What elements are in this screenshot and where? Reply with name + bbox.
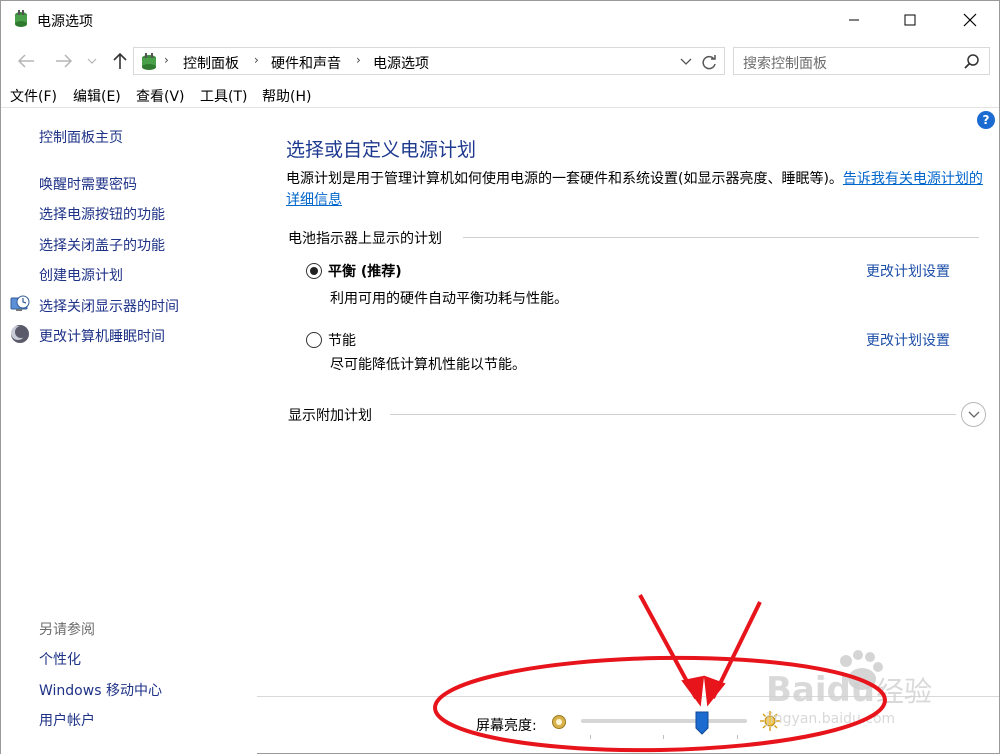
sidebar-item-display-off-time[interactable]: 选择关闭显示器的时间	[39, 296, 179, 316]
see-also-user-accounts[interactable]: 用户帐户	[39, 710, 95, 730]
back-button[interactable]	[15, 51, 37, 71]
menu-edit[interactable]: 编辑(E)	[73, 86, 121, 106]
menu-bar: 文件(F) 编辑(E) 查看(V) 工具(T) 帮助(H)	[1, 84, 999, 108]
breadcrumb-separator[interactable]: ›	[356, 53, 361, 67]
sidebar-item-control-panel-home[interactable]: 控制面板主页	[39, 127, 123, 147]
left-navigation-pane: 控制面板主页 唤醒时需要密码 选择电源按钮的功能 选择关闭盖子的功能 创建电源计…	[1, 108, 257, 754]
breadcrumb-control-panel[interactable]: 控制面板	[183, 53, 239, 73]
help-icon[interactable]: ?	[977, 111, 995, 129]
section-divider	[463, 237, 979, 238]
sidebar-item-power-button[interactable]: 选择电源按钮的功能	[39, 204, 165, 224]
breadcrumb-power-options[interactable]: 电源选项	[373, 53, 429, 73]
power-options-window: 电源选项 › 控制面板 › 硬件和声音 › 电源选项 搜索控制面板 文件(F) …	[0, 0, 1000, 754]
title-bar: 电源选项	[1, 1, 999, 39]
chevron-down-icon	[87, 58, 97, 64]
slider-tick	[590, 735, 591, 739]
menu-view[interactable]: 查看(V)	[136, 86, 185, 106]
up-button[interactable]	[109, 51, 131, 71]
plan-power-saver-radio[interactable]	[306, 332, 322, 348]
page-title: 选择或自定义电源计划	[286, 139, 477, 161]
svg-text:Baidu: Baidu	[766, 670, 875, 710]
forward-button[interactable]	[53, 51, 75, 71]
plan-balanced-description: 利用可用的硬件自动平衡功耗与性能。	[330, 291, 568, 307]
sidebar-item-sleep-time[interactable]: 更改计算机睡眠时间	[39, 326, 165, 346]
control-panel-icon	[142, 53, 156, 70]
monitor-clock-icon	[10, 295, 30, 311]
plan-power-saver-description: 尽可能降低计算机性能以节能。	[330, 357, 526, 373]
battery-plans-heading: 电池指示器上显示的计划	[288, 228, 450, 248]
description-text: 电源计划是用于管理计算机如何使用电源的一套硬件和系统设置(如显示器亮度、睡眠等)…	[286, 171, 843, 187]
menu-tools[interactable]: 工具(T)	[200, 86, 247, 106]
refresh-icon[interactable]	[698, 51, 720, 73]
brightness-low-icon	[552, 715, 566, 729]
close-button[interactable]	[947, 1, 993, 39]
see-also-mobility-center[interactable]: Windows 移动中心	[39, 680, 162, 700]
moon-icon	[11, 325, 29, 343]
navigation-bar: › 控制面板 › 硬件和声音 › 电源选项 搜索控制面板	[1, 43, 999, 79]
back-arrow-icon	[17, 54, 34, 68]
plan-balanced-name[interactable]: 平衡 (推荐)	[328, 261, 402, 281]
expand-additional-plans-button[interactable]	[961, 402, 986, 427]
recent-locations-button[interactable]	[85, 51, 99, 71]
up-arrow-icon	[113, 52, 127, 69]
brightness-slider-thumb[interactable]	[695, 711, 709, 735]
page-description: 电源计划是用于管理计算机如何使用电源的一套硬件和系统设置(如显示器亮度、睡眠等)…	[286, 169, 986, 211]
search-placeholder[interactable]: 搜索控制面板	[743, 53, 827, 73]
plan-power-saver-name[interactable]: 节能	[328, 330, 356, 350]
brightness-slider-track[interactable]	[581, 719, 747, 723]
minimize-icon	[849, 19, 859, 21]
address-bar[interactable]: › 控制面板 › 硬件和声音 › 电源选项	[133, 47, 725, 75]
minimize-button[interactable]	[831, 1, 877, 39]
forward-arrow-icon	[56, 54, 73, 68]
plan-power-saver-change-link[interactable]: 更改计划设置	[866, 330, 950, 350]
address-dropdown-icon[interactable]	[678, 52, 694, 70]
breadcrumb-hardware-sound[interactable]: 硬件和声音	[271, 53, 341, 73]
menu-help[interactable]: 帮助(H)	[262, 86, 311, 106]
menu-file[interactable]: 文件(F)	[10, 86, 57, 106]
screen-brightness-label: 屏幕亮度:	[476, 718, 537, 734]
maximize-icon	[904, 14, 916, 26]
sidebar-item-lid-close[interactable]: 选择关闭盖子的功能	[39, 235, 165, 255]
plan-balanced-radio[interactable]	[306, 263, 322, 279]
show-additional-plans-label[interactable]: 显示附加计划	[288, 405, 372, 425]
maximize-button[interactable]	[887, 1, 933, 39]
svg-text:jingyan.baidu.com: jingyan.baidu.com	[766, 711, 895, 727]
sidebar-item-wake-password[interactable]: 唤醒时需要密码	[39, 174, 137, 194]
see-also-personalization[interactable]: 个性化	[39, 649, 81, 669]
plan-balanced-change-link[interactable]: 更改计划设置	[866, 261, 950, 281]
svg-text:经验: 经验	[876, 675, 932, 708]
breadcrumb-separator[interactable]: ›	[164, 53, 169, 67]
breadcrumb-separator[interactable]: ›	[254, 53, 259, 67]
search-icon[interactable]	[963, 53, 981, 71]
power-options-app-icon	[15, 10, 27, 27]
close-icon	[963, 13, 977, 27]
chevron-down-icon	[968, 411, 979, 418]
baidu-watermark-logo: Baidu 经验 jingyan.baidu.com	[766, 650, 932, 727]
slider-tick	[737, 735, 738, 739]
sidebar-item-create-plan[interactable]: 创建电源计划	[39, 265, 123, 285]
see-also-heading: 另请参阅	[39, 622, 95, 638]
slider-tick	[663, 735, 664, 739]
search-box[interactable]: 搜索控制面板	[733, 47, 990, 75]
window-title: 电源选项	[37, 14, 93, 30]
additional-plans-divider	[390, 414, 956, 415]
